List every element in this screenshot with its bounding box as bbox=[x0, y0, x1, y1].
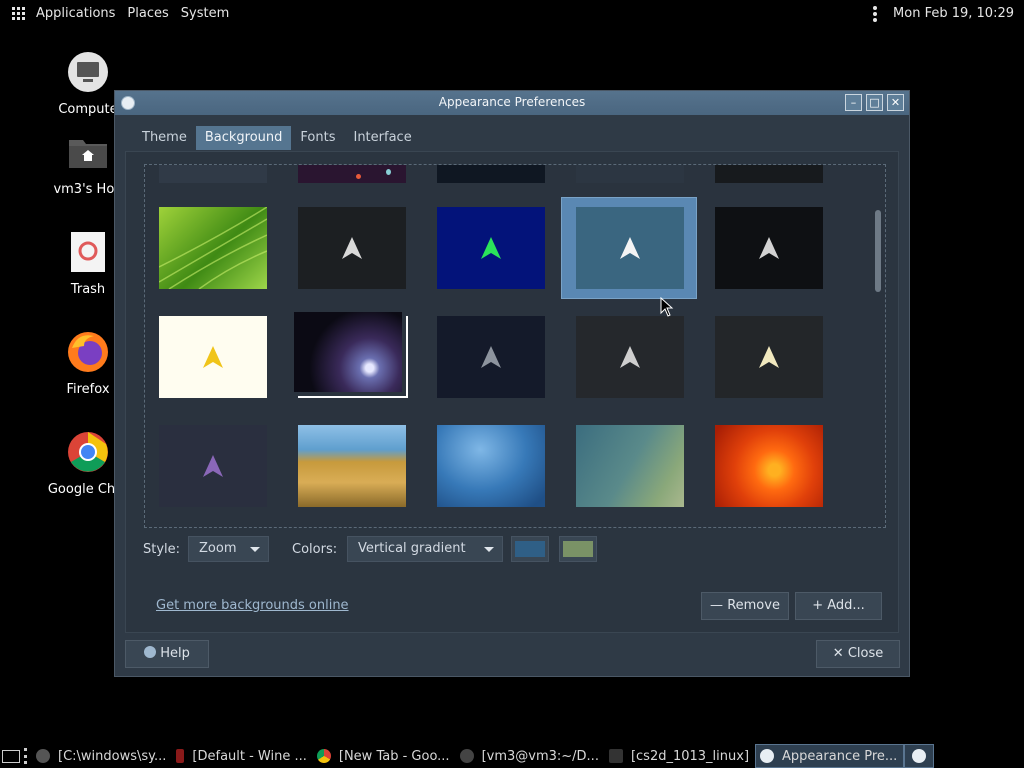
colors-dropdown-value: Vertical gradient bbox=[358, 541, 466, 556]
wallpaper-orange-flower[interactable] bbox=[715, 425, 823, 507]
task-appearance-secondary[interactable] bbox=[904, 744, 935, 768]
minus-icon: — bbox=[710, 598, 724, 613]
appearance-icon bbox=[912, 749, 927, 763]
tab-bar: Theme Background Fonts Interface bbox=[133, 126, 421, 150]
wine-glass-icon bbox=[176, 749, 185, 763]
wine-console-icon bbox=[36, 749, 50, 763]
task-wine-console[interactable]: [C:\windows\sy... bbox=[32, 744, 172, 768]
task-label: [vm3@vm3:~/D... bbox=[481, 748, 599, 764]
help-button[interactable]: Help bbox=[125, 640, 209, 668]
title-bar[interactable]: Appearance Preferences – □ ✕ bbox=[115, 91, 909, 115]
wallpaper-arch-navy-grey[interactable] bbox=[437, 316, 545, 398]
task-chrome[interactable]: [New Tab - Goo... bbox=[313, 744, 456, 768]
top-panel: Applications Places System Mon Feb 19, 1… bbox=[0, 0, 1024, 27]
style-label: Style: bbox=[143, 542, 181, 557]
appearance-preferences-dialog: Appearance Preferences – □ ✕ Theme Backg… bbox=[114, 90, 910, 677]
wallpaper-blue-water[interactable] bbox=[437, 425, 545, 507]
wallpaper-comet-space[interactable] bbox=[294, 312, 408, 398]
kebab-menu-icon[interactable] bbox=[869, 0, 881, 27]
wallpaper-arch-blue-green[interactable] bbox=[437, 207, 545, 289]
scrollbar-thumb[interactable] bbox=[875, 210, 881, 292]
clock[interactable]: Mon Feb 19, 10:29 bbox=[893, 6, 1014, 21]
remove-button[interactable]: — Remove bbox=[701, 592, 789, 620]
apps-grid-icon[interactable] bbox=[6, 0, 30, 27]
menu-system[interactable]: System bbox=[175, 0, 235, 27]
firefox-icon bbox=[68, 332, 108, 372]
chrome-icon bbox=[316, 749, 331, 763]
background-tab-panel: Style: Zoom Colors: Vertical gradient Ge… bbox=[125, 151, 899, 633]
show-desktop-button[interactable] bbox=[0, 744, 22, 768]
taskbar-handle-icon[interactable] bbox=[24, 748, 28, 764]
add-button-label: Add... bbox=[827, 598, 865, 613]
wallpaper-teal-bokeh[interactable] bbox=[576, 425, 684, 507]
chrome-icon bbox=[68, 432, 108, 472]
tab-theme[interactable]: Theme bbox=[133, 126, 196, 150]
wallpaper-thumb[interactable] bbox=[437, 165, 545, 183]
trash-icon bbox=[71, 232, 105, 272]
folder-icon bbox=[608, 749, 623, 763]
wallpaper-thumb[interactable] bbox=[298, 165, 406, 183]
tab-fonts[interactable]: Fonts bbox=[291, 126, 344, 150]
home-folder-icon bbox=[69, 140, 107, 168]
style-dropdown[interactable]: Zoom bbox=[188, 536, 269, 562]
primary-color-swatch bbox=[515, 541, 545, 557]
task-label: Appearance Pre... bbox=[782, 748, 898, 764]
wallpaper-thumb[interactable] bbox=[576, 165, 684, 183]
secondary-color-button[interactable] bbox=[559, 536, 597, 562]
task-label: [New Tab - Goo... bbox=[338, 748, 450, 764]
menu-applications[interactable]: Applications bbox=[30, 0, 121, 27]
wallpaper-arch-teal-white[interactable] bbox=[576, 207, 684, 289]
wallpaper-arch-charcoal-cream[interactable] bbox=[715, 316, 823, 398]
close-button[interactable]: ✕ Close bbox=[816, 640, 900, 668]
menu-places[interactable]: Places bbox=[121, 0, 174, 27]
wallpaper-arch-black-white[interactable] bbox=[715, 207, 823, 289]
wallpaper-thumb[interactable] bbox=[159, 165, 267, 183]
wallpaper-thumb[interactable] bbox=[715, 165, 823, 183]
add-button[interactable]: + Add... bbox=[795, 592, 882, 620]
mouse-cursor-icon bbox=[660, 297, 674, 317]
wallpaper-arch-charcoal-white[interactable] bbox=[576, 316, 684, 398]
close-button-label: Close bbox=[847, 646, 884, 661]
wallpaper-green-leaf[interactable] bbox=[158, 206, 268, 290]
window-title: Appearance Preferences bbox=[438, 95, 586, 109]
wallpaper-arch-slate-purple[interactable] bbox=[159, 425, 267, 507]
wallpaper-arch-white-yellow[interactable] bbox=[159, 316, 267, 398]
wallpaper-scrollbar[interactable] bbox=[874, 164, 884, 528]
task-wine-default[interactable]: [Default - Wine ... bbox=[172, 744, 312, 768]
primary-color-button[interactable] bbox=[511, 536, 549, 562]
task-terminal[interactable]: [vm3@vm3:~/D... bbox=[456, 744, 605, 768]
appearance-icon bbox=[760, 749, 775, 763]
tab-interface[interactable]: Interface bbox=[344, 126, 420, 150]
task-label: [Default - Wine ... bbox=[192, 748, 307, 764]
taskbar: [C:\windows\sy... [Default - Wine ... [N… bbox=[0, 744, 1024, 768]
task-label: [C:\windows\sy... bbox=[58, 748, 167, 764]
style-dropdown-value: Zoom bbox=[199, 541, 237, 556]
plus-icon: + bbox=[812, 598, 824, 613]
colors-label: Colors: bbox=[292, 542, 338, 557]
wallpaper-grass-coast[interactable] bbox=[298, 425, 406, 507]
close-window-button[interactable]: ✕ bbox=[887, 94, 904, 111]
secondary-color-swatch bbox=[563, 541, 593, 557]
task-folder[interactable]: [cs2d_1013_linux] bbox=[605, 744, 755, 768]
colors-dropdown[interactable]: Vertical gradient bbox=[347, 536, 503, 562]
chevron-down-icon bbox=[250, 547, 260, 552]
computer-icon bbox=[68, 52, 108, 92]
terminal-icon bbox=[459, 749, 474, 763]
wallpaper-arch-dark-white[interactable] bbox=[298, 207, 406, 289]
close-icon: ✕ bbox=[832, 646, 844, 661]
chevron-down-icon bbox=[484, 547, 494, 552]
help-button-label: Help bbox=[160, 646, 190, 661]
remove-button-label: Remove bbox=[727, 598, 780, 613]
get-more-backgrounds-link[interactable]: Get more backgrounds online bbox=[156, 598, 349, 613]
task-appearance[interactable]: Appearance Pre... bbox=[755, 744, 905, 768]
minimize-button[interactable]: – bbox=[845, 94, 862, 111]
help-icon bbox=[144, 646, 157, 658]
maximize-button[interactable]: □ bbox=[866, 94, 883, 111]
show-desktop-icon bbox=[2, 749, 20, 763]
wallpaper-grid[interactable] bbox=[144, 164, 886, 528]
task-label: [cs2d_1013_linux] bbox=[630, 748, 750, 764]
tab-background[interactable]: Background bbox=[195, 126, 292, 150]
